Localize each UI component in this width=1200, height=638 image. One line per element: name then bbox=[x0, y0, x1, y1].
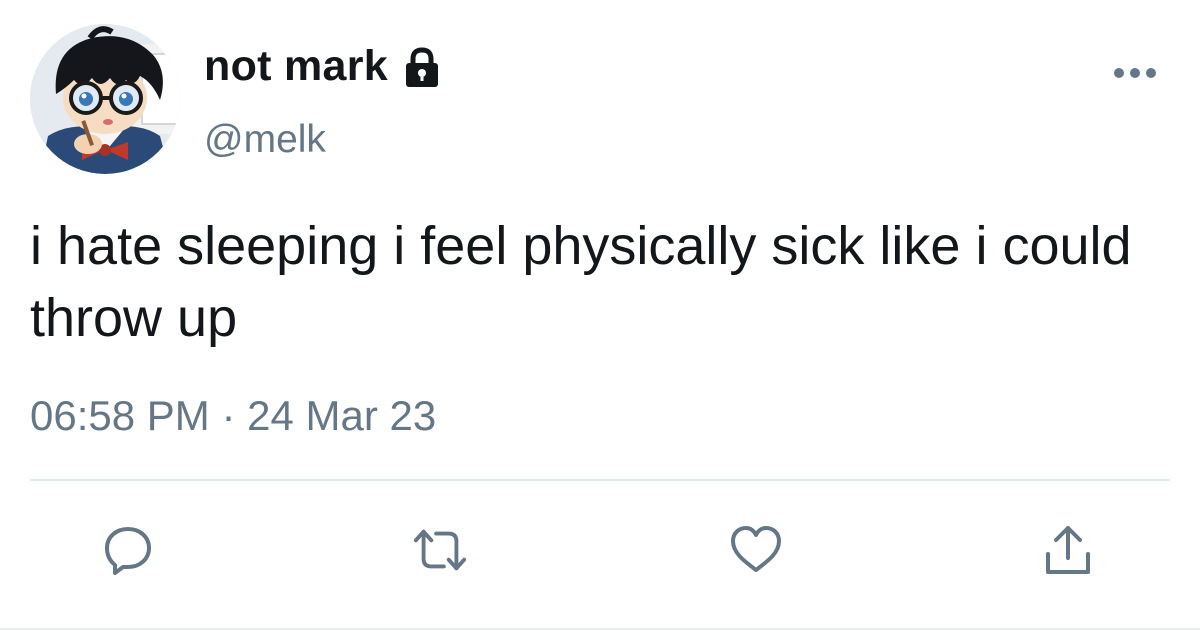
tweet-text: i hate sleeping i feel physically sick l… bbox=[30, 216, 1132, 348]
more-options-icon[interactable] bbox=[1112, 62, 1158, 84]
display-name[interactable]: not mark bbox=[204, 42, 388, 91]
divider bbox=[30, 479, 1170, 481]
bottom-divider bbox=[0, 628, 1200, 630]
retweet-icon[interactable] bbox=[412, 522, 468, 578]
avatar[interactable] bbox=[30, 24, 180, 174]
reply-icon[interactable] bbox=[100, 522, 156, 578]
share-icon[interactable] bbox=[1040, 522, 1096, 578]
author-handle[interactable]: @melk bbox=[204, 118, 326, 162]
tweet-card: not mark @melk i hate sleeping i feel ph… bbox=[0, 0, 1200, 638]
anime-character-avatar-image bbox=[30, 24, 180, 174]
author-name-row: not mark bbox=[204, 40, 442, 92]
lock-icon bbox=[402, 45, 442, 89]
tweet-timestamp[interactable]: 06:58 PM · 24 Mar 23 bbox=[30, 392, 436, 440]
heart-icon[interactable] bbox=[728, 522, 784, 578]
